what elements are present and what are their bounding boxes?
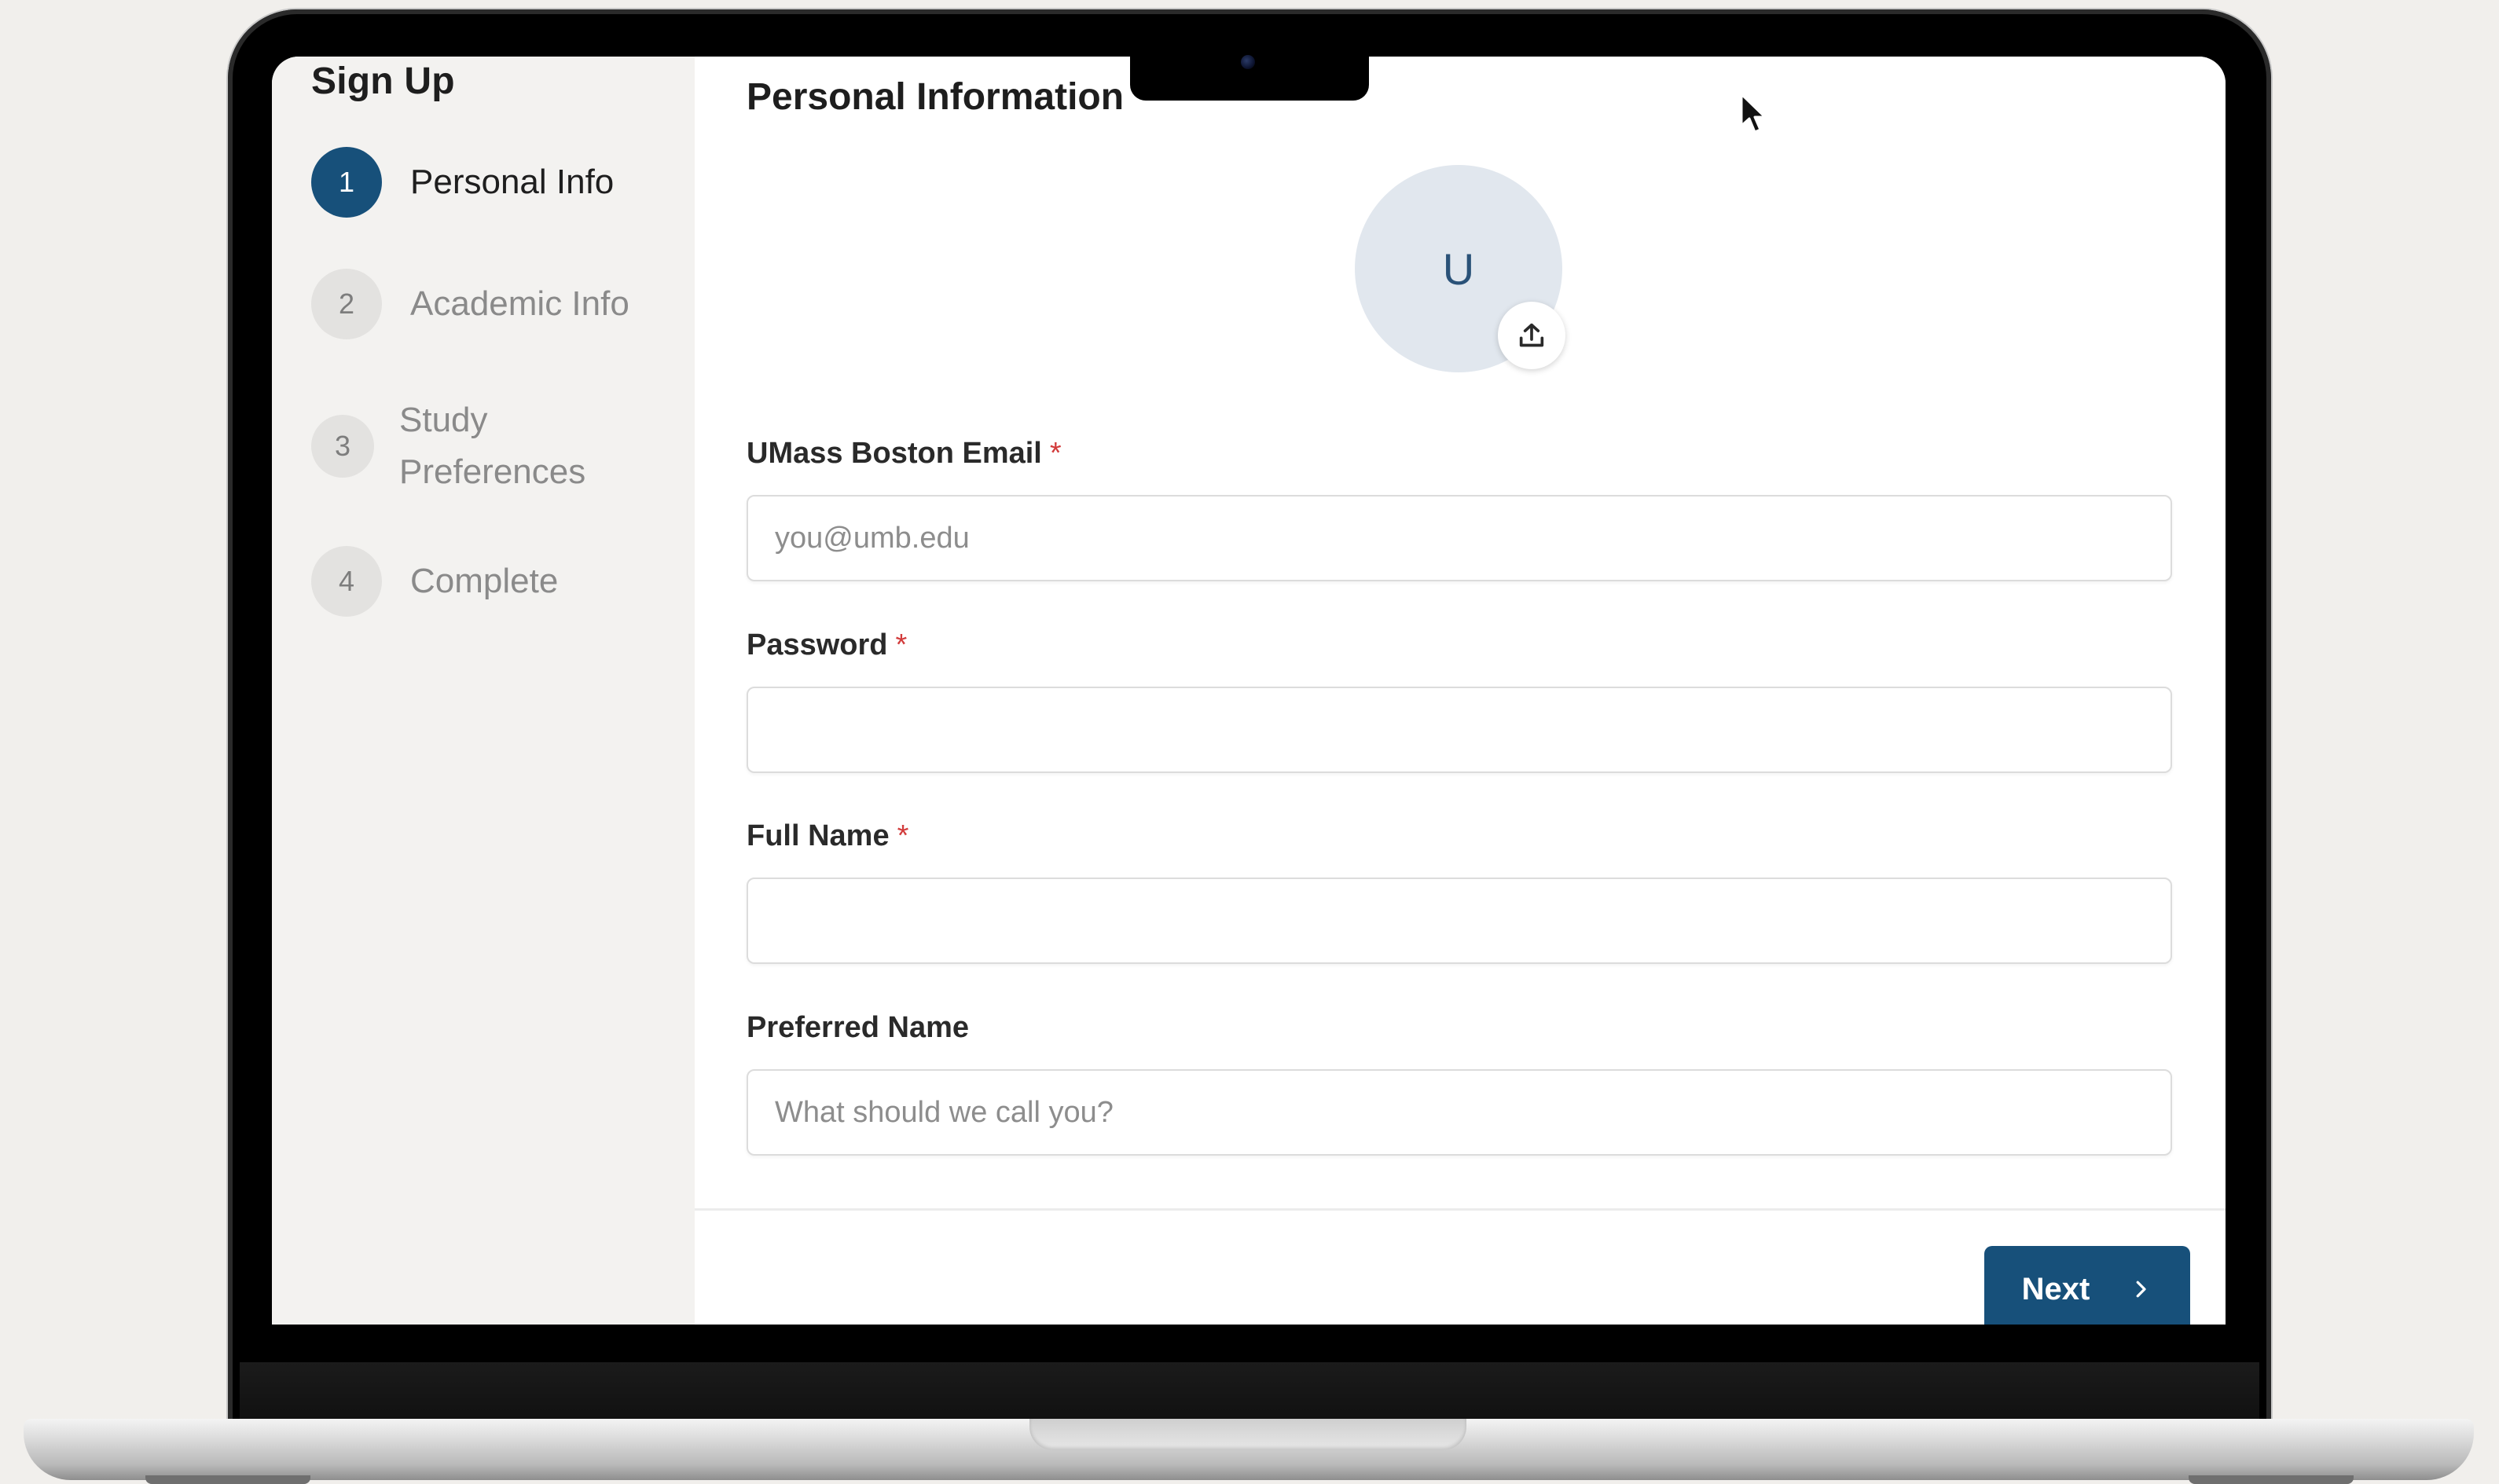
step-complete[interactable]: 4 Complete	[311, 546, 558, 617]
mouse-pointer-icon	[1740, 93, 1767, 134]
avatar-initial: U	[1442, 244, 1475, 294]
step-number-badge: 1	[311, 147, 382, 218]
step-label: Personal Info	[410, 163, 615, 201]
step-study-preferences[interactable]: 3 Study Preferences	[311, 394, 635, 498]
step-label: Academic Info	[410, 284, 629, 323]
step-number-badge: 4	[311, 546, 382, 617]
preferred-name-field[interactable]	[747, 1069, 2172, 1156]
next-button-label: Next	[2021, 1271, 2090, 1306]
password-label-text: Password	[747, 628, 888, 661]
password-label: Password *	[747, 628, 907, 662]
required-indicator: *	[897, 819, 909, 852]
required-indicator: *	[895, 628, 908, 661]
email-label-text: UMass Boston Email	[747, 437, 1042, 470]
step-personal-info[interactable]: 1 Personal Info	[311, 147, 614, 218]
email-label: UMass Boston Email *	[747, 437, 1062, 471]
required-indicator: *	[1049, 437, 1062, 470]
footer-divider	[695, 1208, 2226, 1211]
signup-stepper-sidebar: Sign Up 1 Personal Info 2 Academic Info …	[272, 57, 695, 1325]
screen: Sign Up 1 Personal Info 2 Academic Info …	[272, 57, 2226, 1325]
laptop-opening-notch	[1029, 1419, 1466, 1450]
next-button[interactable]: Next	[1984, 1246, 2190, 1325]
sidebar-title: Sign Up	[311, 60, 455, 102]
preferred-name-label: Preferred Name	[747, 1011, 969, 1045]
password-field[interactable]	[747, 687, 2172, 773]
full-name-field[interactable]	[747, 878, 2172, 964]
step-number-badge: 2	[311, 269, 382, 339]
personal-information-form: Personal Information U UMass Boston Emai…	[695, 57, 2226, 1325]
chevron-right-icon	[2129, 1277, 2152, 1301]
laptop-foot-right	[2189, 1475, 2354, 1484]
upload-photo-button[interactable]	[1498, 302, 1565, 369]
full-name-label-text: Full Name	[747, 819, 890, 852]
laptop-foot-left	[145, 1475, 310, 1484]
email-field[interactable]	[747, 495, 2172, 581]
page-title: Personal Information	[747, 76, 1125, 118]
step-label: Study Preferences	[399, 401, 586, 491]
step-number-badge: 3	[311, 415, 374, 478]
full-name-label: Full Name *	[747, 819, 908, 853]
preferred-name-label-text: Preferred Name	[747, 1011, 970, 1044]
upload-icon	[1519, 323, 1544, 347]
laptop-bezel-bottom	[240, 1362, 2259, 1419]
step-label: Complete	[410, 562, 559, 600]
step-academic-info[interactable]: 2 Academic Info	[311, 269, 629, 339]
camera-icon	[1241, 55, 1255, 69]
